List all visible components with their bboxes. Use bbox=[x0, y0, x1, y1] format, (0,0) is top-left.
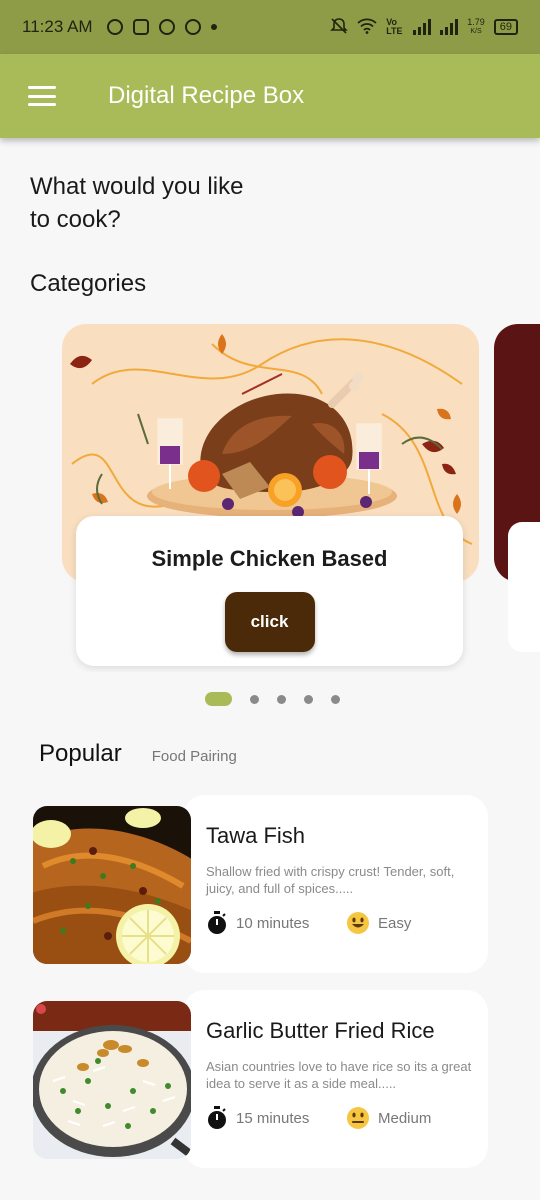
wifi-icon bbox=[357, 18, 377, 36]
status-bar: 11:23 AM Vo LTE 1.79 K/S 69 bbox=[0, 0, 540, 54]
recipe-card[interactable]: Tawa Fish Shallow fried with crispy crus… bbox=[33, 795, 488, 973]
stopwatch-icon bbox=[206, 911, 228, 935]
speed-value: 1.79 bbox=[467, 17, 485, 27]
page-dot[interactable] bbox=[249, 694, 259, 704]
tinder-notification-icon bbox=[106, 19, 123, 35]
category-panel: Simple Chicken Based click bbox=[76, 516, 463, 666]
recipe-title: Garlic Butter Fried Rice bbox=[206, 1018, 435, 1043]
recipe-time: 10 minutes bbox=[206, 911, 309, 935]
recipe-difficulty-label: Medium bbox=[378, 1109, 432, 1127]
tawa-fish-photo bbox=[33, 806, 191, 964]
categories-heading: Categories bbox=[30, 270, 147, 297]
page-dot-active[interactable] bbox=[204, 692, 232, 706]
recipe-tabs: Popular Food Pairing bbox=[39, 740, 237, 768]
next-category-panel bbox=[508, 522, 540, 652]
tab-food-pairing[interactable]: Food Pairing bbox=[152, 748, 237, 765]
signal-1-icon bbox=[413, 19, 432, 35]
carousel-page-indicator bbox=[0, 692, 540, 706]
recipe-time: 15 minutes bbox=[206, 1106, 309, 1130]
neutral-face-icon bbox=[346, 1106, 370, 1130]
recipe-title: Tawa Fish bbox=[206, 823, 306, 848]
stopwatch-icon bbox=[206, 1106, 228, 1130]
fan-notification-icon bbox=[158, 19, 175, 35]
game-notification-icon bbox=[132, 19, 149, 35]
app-title: Digital Recipe Box bbox=[108, 82, 305, 109]
status-time: 11:23 AM bbox=[22, 17, 93, 36]
category-name: Simple Chicken Based bbox=[151, 546, 388, 571]
battery-icon: 69 bbox=[493, 19, 518, 35]
volte-label: Vo LTE bbox=[386, 17, 403, 36]
recipe-difficulty-label: Easy bbox=[378, 914, 412, 932]
network-speed: 1.79 K/S bbox=[467, 17, 485, 37]
tab-popular[interactable]: Popular bbox=[39, 740, 122, 768]
recipe-description: Asian countries love to have rice so its… bbox=[206, 1059, 472, 1091]
signal-2-icon bbox=[440, 19, 459, 35]
hamburger-menu-icon[interactable] bbox=[28, 85, 56, 107]
system-status-icons: Vo LTE 1.79 K/S 69 bbox=[330, 17, 518, 37]
app-bar: Digital Recipe Box bbox=[0, 54, 540, 138]
smiling-face-icon bbox=[346, 911, 370, 935]
page-dot[interactable] bbox=[303, 694, 313, 704]
recipe-image[interactable] bbox=[33, 1001, 191, 1159]
recipe-description: Shallow fried with crispy crust! Tender,… bbox=[206, 864, 455, 896]
page-dot[interactable] bbox=[330, 694, 340, 704]
recipe-time-label: 10 minutes bbox=[236, 914, 310, 932]
recipe-time-label: 15 minutes bbox=[236, 1109, 310, 1127]
recipe-image[interactable] bbox=[33, 806, 191, 964]
mute-icon bbox=[330, 17, 349, 37]
categories-carousel[interactable]: Simple Chicken Based click bbox=[0, 322, 540, 672]
whatsapp-notification-icon bbox=[184, 19, 201, 35]
page-headline: What would you like to cook? bbox=[30, 173, 244, 233]
recipe-card[interactable]: Garlic Butter Fried Rice Asian countries… bbox=[33, 990, 488, 1168]
recipe-difficulty: Medium bbox=[346, 1106, 431, 1130]
more-notifications-icon bbox=[210, 24, 217, 30]
notification-icons bbox=[106, 19, 217, 35]
recipe-difficulty: Easy bbox=[346, 911, 411, 935]
page-dot[interactable] bbox=[276, 694, 286, 704]
fried-rice-photo bbox=[33, 1001, 191, 1159]
speed-unit: K/S bbox=[470, 28, 482, 35]
category-click-button[interactable]: click bbox=[224, 592, 315, 652]
